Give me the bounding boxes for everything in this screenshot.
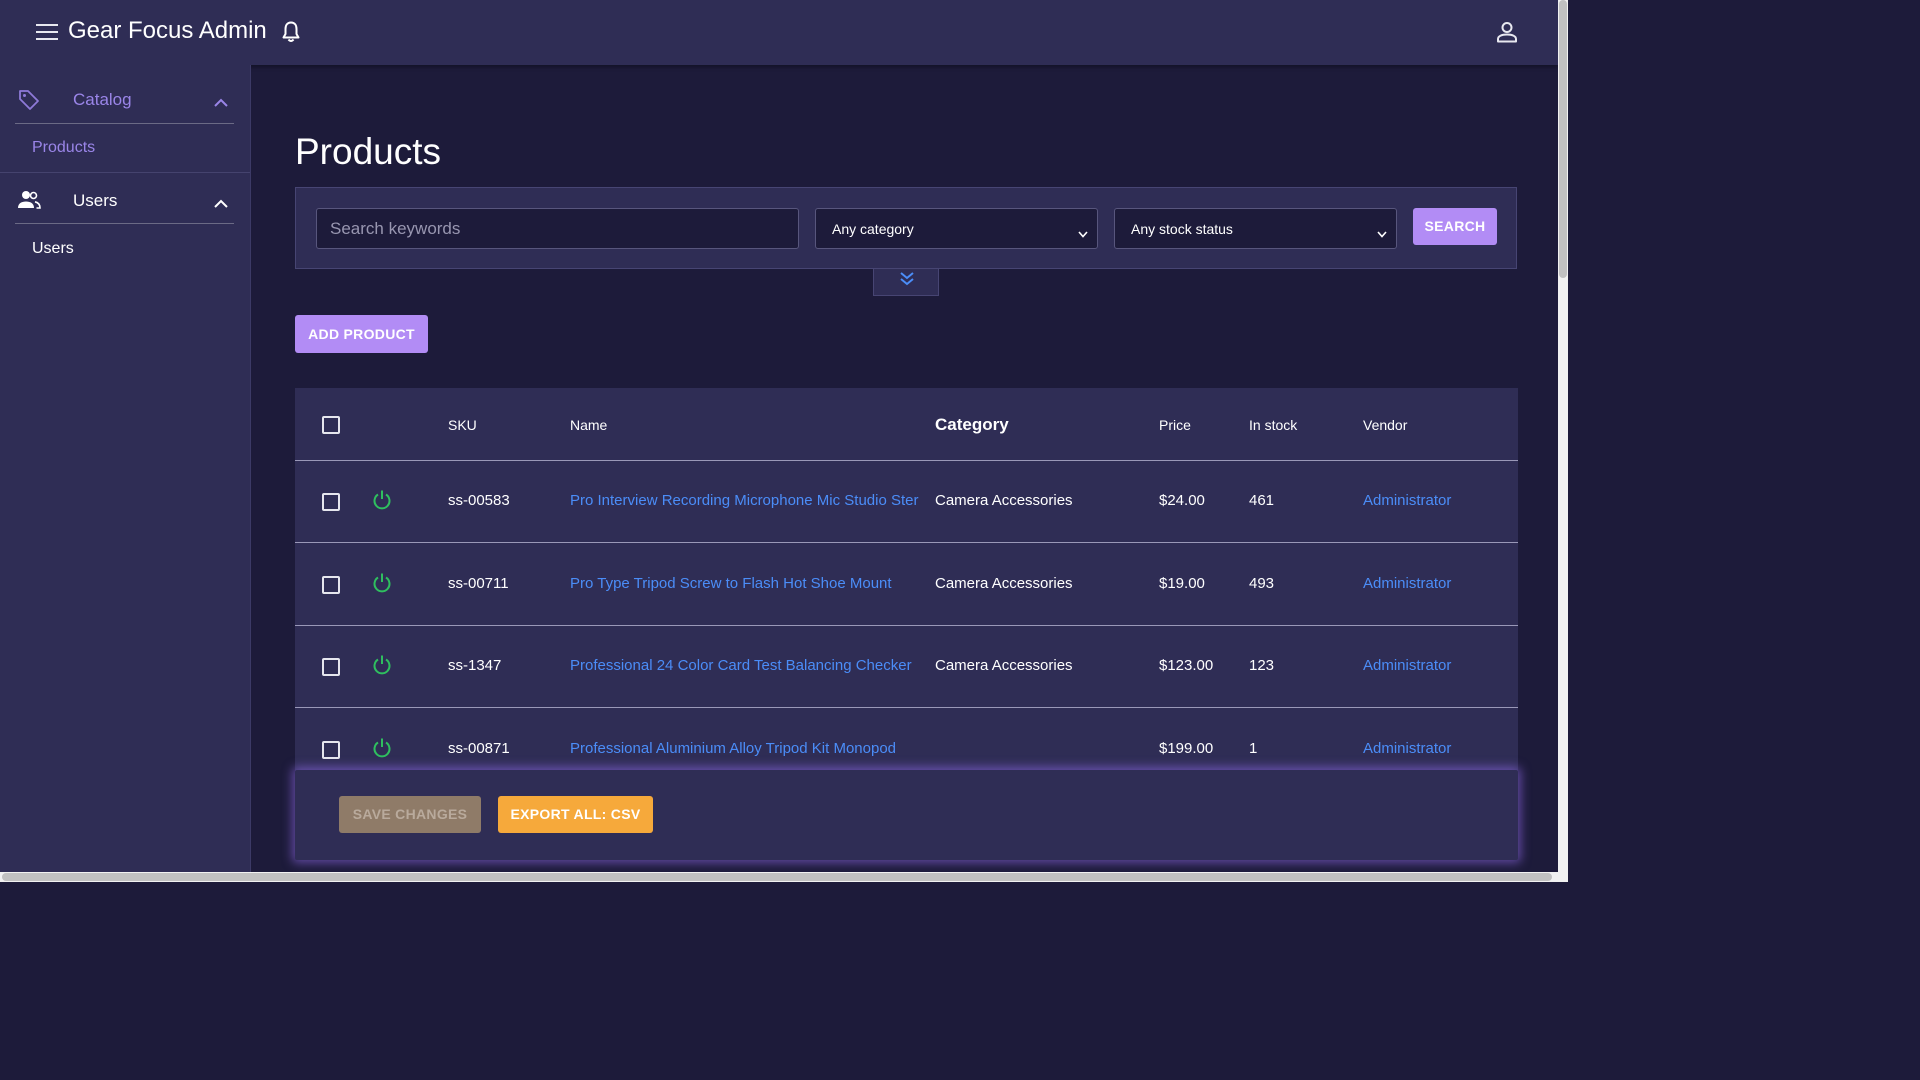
horizontal-scrollbar-thumb[interactable]	[2, 873, 1552, 881]
divider	[15, 123, 234, 124]
sidebar-section-users[interactable]: Users	[0, 171, 250, 227]
stock-cell[interactable]: 461	[1249, 492, 1274, 509]
sku-cell: ss-00583	[448, 492, 510, 509]
chevron-down-icon	[1078, 225, 1088, 243]
bell-icon[interactable]	[280, 20, 302, 49]
column-header-category[interactable]: Category	[935, 415, 1009, 435]
users-group-icon	[17, 189, 41, 216]
sidebar-section-label: Users	[73, 191, 118, 210]
column-header-name[interactable]: Name	[570, 417, 607, 433]
search-button[interactable]: SEARCH	[1413, 208, 1497, 245]
stock-cell[interactable]: 493	[1249, 575, 1274, 592]
search-input[interactable]	[316, 208, 799, 249]
category-select-value: Any category	[832, 221, 914, 237]
power-icon[interactable]	[372, 737, 392, 764]
row-checkbox[interactable]	[322, 493, 340, 511]
double-chevron-down-icon	[900, 272, 914, 286]
power-icon[interactable]	[372, 572, 392, 599]
divider	[15, 223, 234, 224]
price-cell[interactable]: $24.00	[1159, 492, 1205, 509]
vendor-link[interactable]: Administrator	[1363, 575, 1451, 592]
power-icon[interactable]	[372, 489, 392, 516]
product-name-link[interactable]: Professional Aluminium Alloy Tripod Kit …	[570, 740, 919, 757]
save-changes-button: SAVE CHANGES	[339, 796, 481, 833]
category-select[interactable]: Any category	[815, 208, 1098, 249]
sidebar-item-products[interactable]: Products	[32, 139, 95, 157]
product-name-link[interactable]: Pro Interview Recording Microphone Mic S…	[570, 492, 919, 509]
row-checkbox[interactable]	[322, 658, 340, 676]
sidebar: Catalog Products Users Users	[0, 65, 251, 882]
column-header-sku[interactable]: SKU	[448, 417, 477, 433]
table-row: ss-1347 Professional 24 Color Card Test …	[295, 625, 1518, 708]
vendor-link[interactable]: Administrator	[1363, 492, 1451, 509]
power-icon[interactable]	[372, 654, 392, 681]
stock-cell[interactable]: 1	[1249, 740, 1257, 757]
product-name-link[interactable]: Pro Type Tripod Screw to Flash Hot Shoe …	[570, 575, 919, 592]
price-cell[interactable]: $199.00	[1159, 740, 1213, 757]
user-account-icon[interactable]	[1495, 21, 1519, 48]
top-app-bar: Gear Focus Admin	[0, 0, 1558, 65]
export-csv-button[interactable]: EXPORT ALL: CSV	[498, 796, 653, 833]
tag-icon	[17, 88, 41, 117]
products-table: SKU Name Category Price In stock Vendor …	[295, 388, 1518, 788]
product-name-link[interactable]: Professional 24 Color Card Test Balancin…	[570, 657, 919, 674]
stock-select-value: Any stock status	[1131, 221, 1233, 237]
category-cell: Camera Accessories	[935, 657, 1073, 674]
chevron-up-icon	[214, 195, 228, 213]
expand-filters-toggle[interactable]	[873, 269, 939, 296]
price-cell[interactable]: $123.00	[1159, 657, 1213, 674]
vendor-link[interactable]: Administrator	[1363, 740, 1451, 757]
column-header-in-stock[interactable]: In stock	[1249, 417, 1297, 433]
hamburger-menu-icon[interactable]	[36, 24, 58, 40]
vertical-scrollbar-thumb[interactable]	[1559, 0, 1567, 278]
sidebar-item-users[interactable]: Users	[32, 240, 74, 258]
add-product-button[interactable]: ADD PRODUCT	[295, 315, 428, 353]
sticky-action-bar: SAVE CHANGES EXPORT ALL: CSV	[295, 770, 1518, 860]
price-cell[interactable]: $19.00	[1159, 575, 1205, 592]
category-cell: Camera Accessories	[935, 575, 1073, 592]
sku-cell: ss-1347	[448, 657, 502, 674]
stock-status-select[interactable]: Any stock status	[1114, 208, 1397, 249]
chevron-down-icon	[1377, 225, 1387, 243]
sku-cell: ss-00871	[448, 740, 510, 757]
column-header-vendor[interactable]: Vendor	[1363, 417, 1407, 433]
sku-cell: ss-00711	[448, 575, 509, 592]
table-row: ss-00711 Pro Type Tripod Screw to Flash …	[295, 543, 1518, 626]
column-header-price[interactable]: Price	[1159, 417, 1191, 433]
vendor-link[interactable]: Administrator	[1363, 657, 1451, 674]
stock-cell[interactable]: 123	[1249, 657, 1274, 674]
chevron-up-icon	[214, 94, 228, 112]
row-checkbox[interactable]	[322, 741, 340, 759]
sidebar-section-label: Catalog	[73, 90, 132, 109]
sidebar-section-catalog[interactable]: Catalog	[0, 70, 250, 126]
page-title: Products	[295, 131, 442, 172]
select-all-checkbox[interactable]	[322, 416, 340, 434]
table-row: ss-00583 Pro Interview Recording Microph…	[295, 460, 1518, 543]
app-title: Gear Focus Admin	[68, 17, 267, 44]
table-header: SKU Name Category Price In stock Vendor	[295, 388, 1518, 461]
category-cell: Camera Accessories	[935, 492, 1073, 509]
row-checkbox[interactable]	[322, 576, 340, 594]
